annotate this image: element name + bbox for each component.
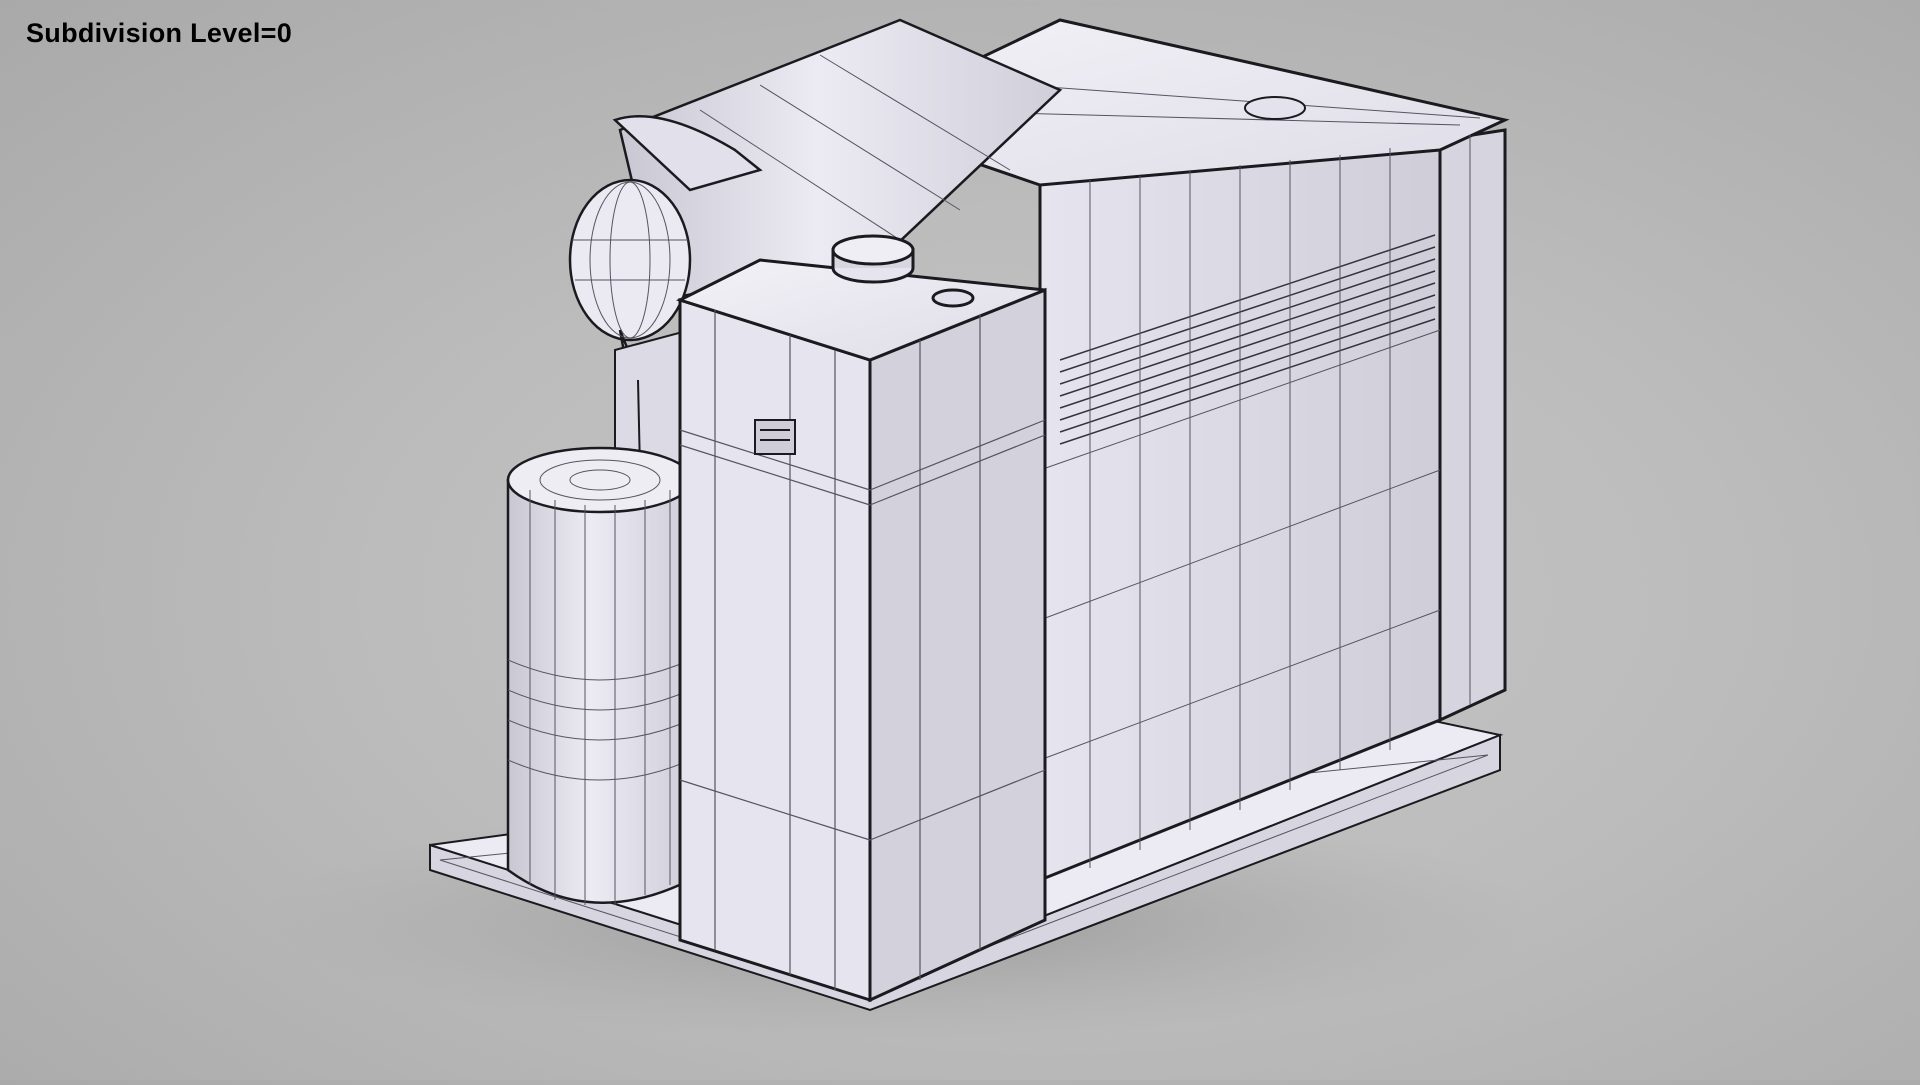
tank-handle-icon [754,419,796,455]
top-button [1244,96,1306,120]
wireframe-render [260,18,1540,1040]
render-viewport [0,0,1920,1080]
spout-dome [568,178,692,342]
milk-cup [506,446,694,905]
subdivision-level-label: Subdivision Level=0 [26,18,293,48]
water-tank [676,234,1047,1003]
